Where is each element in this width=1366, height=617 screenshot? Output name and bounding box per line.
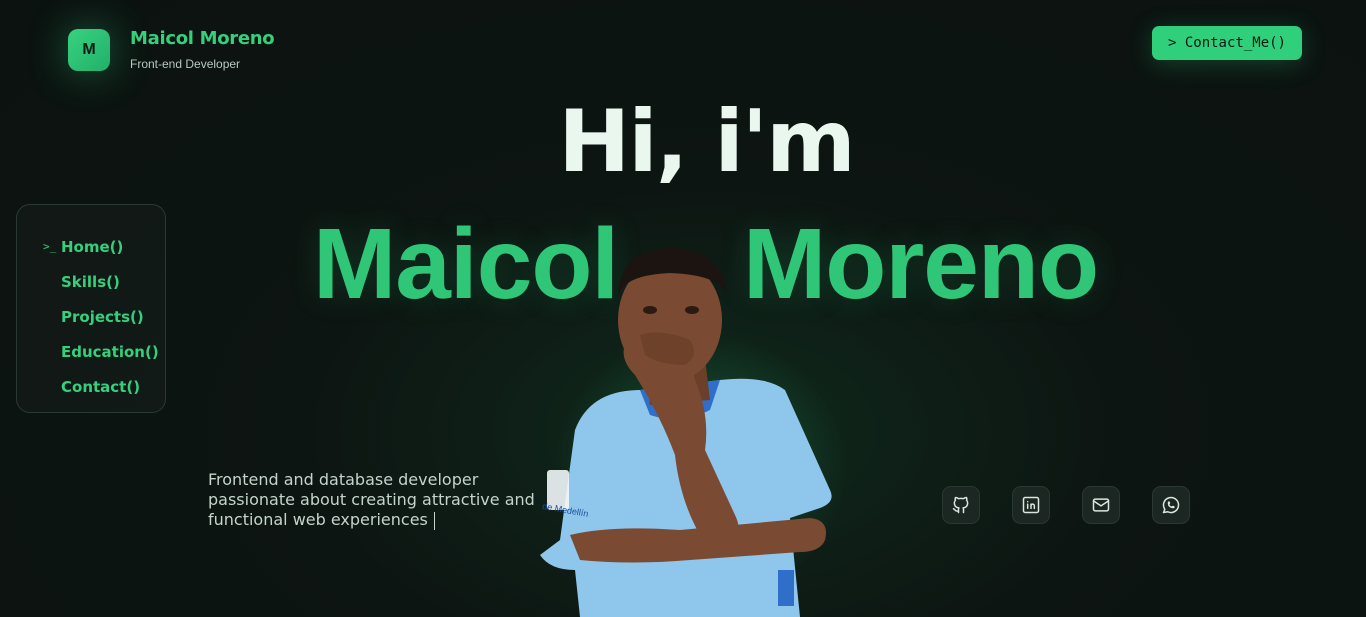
brand-text: Maicol Moreno Front-end Developer — [130, 28, 275, 71]
contact-me-button[interactable]: > Contact_Me() — [1152, 26, 1302, 60]
nav-item-skills[interactable]: Skills() — [17, 264, 165, 299]
social-links — [942, 486, 1190, 524]
terminal-prompt-icon: >_ — [43, 240, 57, 253]
nav-label: Projects() — [61, 307, 144, 326]
nav-item-education[interactable]: Education() — [17, 334, 165, 369]
nav-item-home[interactable]: >_ Home() — [17, 229, 165, 264]
hero-tagline: Frontend and database developer passiona… — [208, 470, 538, 530]
hero-greeting: Hi, i'm — [558, 92, 855, 192]
brand-role: Front-end Developer — [130, 57, 241, 71]
logo-badge: M — [68, 28, 110, 71]
email-link[interactable] — [1082, 486, 1120, 524]
linkedin-icon — [1022, 496, 1040, 514]
tagline-text: Frontend and database developer passiona… — [208, 470, 535, 529]
nav-label: Skills() — [61, 272, 120, 291]
github-icon — [952, 496, 969, 514]
nav-item-contact[interactable]: Contact() — [17, 369, 165, 404]
brand[interactable]: M Maicol Moreno Front-end Developer — [68, 28, 275, 71]
nav-label: Contact() — [61, 377, 141, 396]
linkedin-link[interactable] — [1012, 486, 1050, 524]
nav-item-projects[interactable]: Projects() — [17, 299, 165, 334]
whatsapp-icon — [1162, 496, 1180, 514]
mail-icon — [1092, 498, 1110, 512]
brand-name: Maicol Moreno — [130, 28, 275, 49]
side-nav: >_ Home() Skills() Projects() Education(… — [16, 204, 166, 413]
github-link[interactable] — [942, 486, 980, 524]
whatsapp-link[interactable] — [1152, 486, 1190, 524]
text-cursor — [433, 511, 435, 530]
nav-label: Education() — [61, 342, 159, 361]
portrait-photo: de Medellín — [540, 248, 832, 617]
nav-label: Home() — [61, 237, 124, 256]
